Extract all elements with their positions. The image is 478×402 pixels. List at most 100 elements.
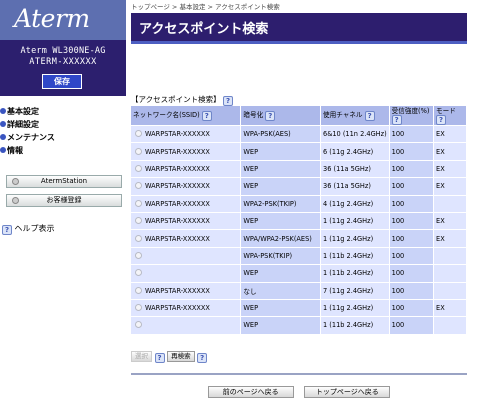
table-row[interactable]: WARPSTAR-XXXXXX WEP 1 (11g 2.4GHz) 100 EX: [131, 212, 467, 231]
help-icon[interactable]: ?: [201, 110, 212, 121]
research-button[interactable]: 再検索: [167, 351, 195, 362]
cell-strength: 100: [389, 126, 435, 144]
cell-encryption: WEP: [241, 265, 322, 283]
logo-band: Aterm: [0, 0, 126, 40]
cell-encryption-text: WPA-PSK(AES): [243, 130, 291, 139]
cell-mode: [434, 282, 467, 300]
table-row[interactable]: WEP 1 (11b 2.4GHz) 100: [131, 317, 467, 335]
help-icon[interactable]: ?: [436, 114, 447, 125]
radio-button[interactable]: [135, 251, 142, 259]
cell-mode-text: EX: [436, 147, 445, 156]
radio-button[interactable]: [135, 147, 142, 155]
cell-strength: 100: [389, 282, 435, 300]
help-icon[interactable]: ?: [265, 110, 276, 121]
cell-encryption-text: WEP: [243, 304, 259, 313]
cell-channel: 36 (11a 5GHz): [321, 160, 390, 179]
cell-strength: 100: [389, 299, 435, 318]
radio-button[interactable]: [135, 321, 142, 329]
table-row[interactable]: WARPSTAR-XXXXXX WEP 36 (11a 5GHz) 100 EX: [131, 178, 467, 196]
table-row[interactable]: WARPSTAR-XXXXXX WPA2-PSK(TKIP) 4 (11g 2.4G…: [131, 195, 467, 213]
menu-item-label: 情報: [7, 146, 23, 155]
cell-channel-text: 1 (11b 2.4GHz): [323, 321, 374, 330]
cell-mode-text: EX: [436, 130, 445, 139]
help-icon[interactable]: ?: [391, 114, 402, 125]
cell-channel-text: 1 (11g 2.4GHz): [323, 304, 374, 313]
cell-mode: [434, 247, 467, 266]
help-display-link[interactable]: ? ヘルプ表示: [2, 223, 55, 235]
cell-encryption: WPA2-PSK(TKIP): [241, 195, 322, 213]
table-row[interactable]: WEP 1 (11b 2.4GHz) 100: [131, 265, 467, 283]
save-button[interactable]: 保存: [42, 74, 82, 89]
prev-page-button[interactable]: 前のページへ戻る: [207, 386, 294, 398]
customer-registration-button[interactable]: お客様登録: [6, 194, 122, 207]
cell-strength: 100: [389, 230, 435, 248]
cell-strength-text: 100: [391, 234, 405, 243]
cell-strength: 100: [389, 178, 435, 196]
cell-encryption: WPA-PSK(TKIP): [241, 247, 322, 266]
radio-button[interactable]: [135, 199, 142, 207]
atermstation-button[interactable]: AtermStation: [6, 175, 122, 188]
cell-mode: EX: [434, 212, 467, 231]
radio-button[interactable]: [135, 164, 142, 172]
cell-channel-text: 4 (11g 2.4GHz): [323, 199, 374, 208]
bullet-icon: [0, 134, 6, 140]
cell-channel: 7 (11g 2.4GHz): [321, 282, 390, 300]
cell-mode: EX: [434, 178, 467, 196]
cell-ssid: WARPSTAR-XXXXXX: [131, 160, 242, 179]
cell-ssid-text: WARPSTAR-XXXXXX: [145, 217, 210, 226]
model-name: Aterm WL300NE-AG: [20, 46, 106, 56]
cell-strength-text: 100: [391, 130, 405, 139]
radio-button[interactable]: [135, 286, 142, 294]
table-row[interactable]: WARPSTAR-XXXXXX WEP 36 (11a 5GHz) 100 EX: [131, 160, 467, 179]
model-info-box: Aterm WL300NE-AG ATERM-XXXXXX 保存: [0, 40, 126, 96]
cell-channel: 1 (11g 2.4GHz): [321, 299, 390, 318]
cell-ssid-text: WARPSTAR-XXXXXX: [145, 164, 210, 173]
cell-ssid: WARPSTAR-XXXXXX: [131, 212, 242, 231]
radio-button[interactable]: [135, 234, 142, 242]
cell-strength-text: 100: [391, 217, 405, 226]
bullet-icon: [0, 147, 6, 153]
help-icon[interactable]: ?: [223, 96, 234, 106]
select-button[interactable]: 選択: [131, 351, 152, 362]
cell-encryption: WEP: [241, 299, 322, 318]
cell-ssid: WARPSTAR-XXXXXX: [131, 230, 242, 248]
section-heading: 【アクセスポイント検索】 ?: [131, 94, 234, 106]
cell-channel-text: 6 (11g 2.4GHz): [323, 147, 374, 156]
cell-ssid: [131, 317, 242, 335]
section-heading-label: 【アクセスポイント検索】: [131, 95, 221, 104]
cell-channel: 1 (11b 2.4GHz): [321, 317, 390, 335]
table-row[interactable]: WARPSTAR-XXXXXX WPA-PSK(AES) 6&10 (11n 2.4…: [131, 126, 467, 144]
cell-encryption-text: WPA/WPA2-PSK(AES): [243, 234, 312, 243]
cell-strength: 100: [389, 160, 435, 179]
cell-channel: 4 (11g 2.4GHz): [321, 195, 390, 213]
cell-ssid-text: WARPSTAR-XXXXXX: [145, 199, 210, 208]
cell-mode: EX: [434, 160, 467, 179]
bullet-icon: [0, 108, 6, 114]
cell-ssid: [131, 265, 242, 283]
table-row[interactable]: WARPSTAR-XXXXXX WEP 1 (11g 2.4GHz) 100 EX: [131, 299, 467, 318]
cell-encryption-text: WEP: [243, 164, 259, 173]
radio-button[interactable]: [135, 217, 142, 225]
menu-item-maintenance[interactable]: メンテナンス: [0, 132, 55, 143]
radio-button[interactable]: [135, 130, 142, 138]
top-page-button[interactable]: トップページへ戻る: [304, 386, 391, 398]
cell-mode-text: EX: [436, 217, 445, 226]
menu-item-info[interactable]: 情報: [0, 145, 23, 156]
table-row[interactable]: WARPSTAR-XXXXXX WEP 6 (11g 2.4GHz) 100 EX: [131, 143, 467, 161]
radio-button[interactable]: [135, 304, 142, 312]
table-row[interactable]: WARPSTAR-XXXXXX なし 7 (11g 2.4GHz) 100: [131, 282, 467, 300]
help-icon[interactable]: ?: [364, 110, 375, 121]
radio-button[interactable]: [135, 269, 142, 277]
table-row[interactable]: WPA-PSK(TKIP) 1 (11b 2.4GHz) 100: [131, 247, 467, 266]
cell-mode: EX: [434, 230, 467, 248]
table-header-row: ネットワーク名(SSID) ? 暗号化 ? 使用チャネル ? 受信強度(%) ?…: [131, 106, 467, 126]
table-row[interactable]: WARPSTAR-XXXXXX WPA/WPA2-PSK(AES) 1 (11g 2…: [131, 230, 467, 248]
radio-button[interactable]: [135, 182, 142, 190]
menu-item-advanced-settings[interactable]: 詳細設定: [0, 119, 39, 130]
cell-strength: 100: [389, 247, 435, 266]
help-icon[interactable]: ?: [197, 353, 208, 363]
help-icon[interactable]: ?: [154, 353, 165, 363]
cell-channel: 1 (11b 2.4GHz): [321, 265, 390, 283]
menu-item-basic-settings[interactable]: 基本設定: [0, 106, 39, 117]
help-display-label: ヘルプ表示: [14, 224, 55, 233]
